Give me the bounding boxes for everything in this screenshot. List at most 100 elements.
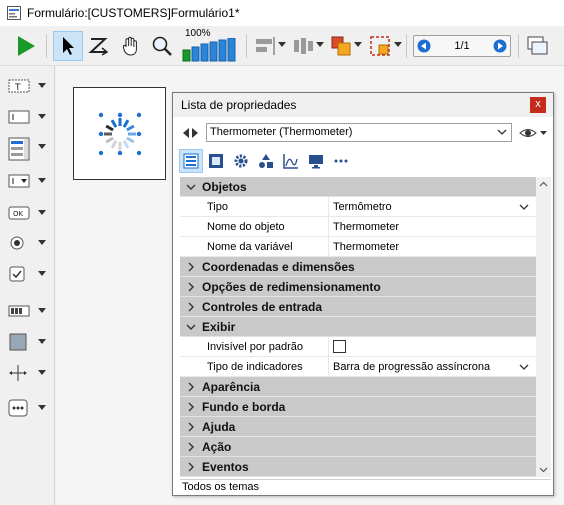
palette-list-tool[interactable]	[8, 136, 48, 162]
close-button[interactable]: x	[530, 97, 546, 113]
property-grid-scrollbar[interactable]	[536, 177, 551, 477]
run-form-button[interactable]	[12, 31, 40, 61]
chevron-right-icon[interactable]	[185, 301, 197, 313]
tab-object[interactable]	[204, 149, 228, 173]
chevron-down-icon[interactable]	[38, 210, 46, 215]
property-name: Tipo	[180, 196, 329, 217]
previous-object-icon[interactable]	[183, 128, 189, 138]
input-field-icon	[8, 110, 30, 124]
palette-input-tool[interactable]	[8, 106, 48, 128]
group-label: Ação	[202, 439, 232, 454]
chevron-down-icon[interactable]	[38, 308, 46, 313]
chevron-right-icon[interactable]	[185, 441, 197, 453]
chevron-right-icon[interactable]	[185, 281, 197, 293]
dropdown-list-icon	[8, 174, 30, 188]
select-tool-button[interactable]	[53, 31, 83, 61]
display-filter-button[interactable]	[519, 125, 549, 141]
entry-order-icon	[88, 38, 109, 56]
toolbar-separator	[518, 34, 519, 58]
palette-dropdown-tool[interactable]	[8, 170, 48, 192]
group-label: Coordenadas e dimensões	[202, 259, 355, 274]
group-fundo-borda[interactable]: Fundo e borda	[180, 397, 536, 417]
align-button[interactable]	[252, 31, 278, 61]
chevron-right-icon[interactable]	[185, 421, 197, 433]
palette-button-tool[interactable]: OK	[8, 202, 48, 224]
gear-icon	[234, 154, 248, 168]
chevron-down-icon[interactable]	[38, 114, 46, 119]
palette-indicator-tool[interactable]	[8, 300, 48, 322]
group-eventos[interactable]: Eventos	[180, 457, 536, 477]
chevron-down-icon[interactable]	[185, 321, 197, 333]
property-list-icon	[183, 153, 199, 169]
zoom-level-control[interactable]	[181, 38, 243, 62]
views-button[interactable]	[524, 31, 552, 61]
object-selector-dropdown[interactable]: Thermometer (Thermometer)	[206, 123, 512, 142]
chevron-right-icon[interactable]	[185, 261, 197, 273]
chevron-down-icon[interactable]	[38, 405, 46, 410]
palette-text-tool[interactable]: T	[8, 75, 48, 97]
property-name: Nome do objeto	[180, 216, 329, 237]
property-name: Tipo de indicadores	[180, 356, 329, 377]
tab-all-properties[interactable]	[179, 149, 203, 173]
group-ajuda[interactable]: Ajuda	[180, 417, 536, 437]
group-button[interactable]	[366, 31, 394, 61]
group-acao[interactable]: Ação	[180, 437, 536, 457]
zoom-tool-button[interactable]	[148, 31, 176, 61]
thermometer-object[interactable]	[73, 87, 166, 180]
chevron-down-icon[interactable]	[38, 178, 46, 183]
tab-more[interactable]	[329, 149, 353, 173]
palette-radio-tool[interactable]	[8, 232, 48, 254]
palette-splitter-tool[interactable]	[8, 362, 48, 384]
chevron-right-icon[interactable]	[185, 381, 197, 393]
move-tool-button[interactable]	[118, 31, 144, 61]
checkbox-icon	[9, 266, 25, 282]
page-navigator[interactable]: 1/1	[413, 35, 511, 57]
chevron-down-icon[interactable]	[38, 271, 46, 276]
group-exibir[interactable]: Exibir	[180, 317, 536, 337]
group-label: Exibir	[202, 319, 236, 334]
property-value-dropdown[interactable]: Barra de progressão assíncrona	[329, 357, 536, 377]
chevron-down-icon[interactable]	[38, 339, 46, 344]
object-selector-row: Thermometer (Thermometer)	[173, 121, 553, 145]
level-button[interactable]	[328, 31, 354, 61]
group-redimensionamento[interactable]: Opções de redimensionamento	[180, 277, 536, 297]
chevron-down-icon[interactable]	[38, 240, 46, 245]
chevron-down-icon[interactable]	[38, 83, 46, 88]
toolbar-separator	[246, 34, 247, 58]
next-object-icon[interactable]	[192, 128, 198, 138]
chevron-down-icon	[519, 364, 529, 370]
property-list-titlebar[interactable]: Lista de propriedades x	[173, 93, 553, 117]
group-aparencia[interactable]: Aparência	[180, 377, 536, 397]
distribute-icon	[294, 38, 313, 54]
chevron-down-icon	[394, 42, 402, 47]
palette-checkbox-tool[interactable]	[8, 263, 48, 285]
group-coordenadas[interactable]: Coordenadas e dimensões	[180, 257, 536, 277]
tab-shapes[interactable]	[254, 149, 278, 173]
property-row: Invisível por padrão	[180, 336, 536, 357]
form-editor-toolbar: 100% 1/1	[0, 26, 564, 66]
tab-settings[interactable]	[229, 149, 253, 173]
tab-display[interactable]	[304, 149, 328, 173]
chevron-right-icon[interactable]	[185, 461, 197, 473]
invisible-by-default-checkbox[interactable]	[333, 339, 346, 353]
chevron-right-icon[interactable]	[185, 401, 197, 413]
entry-order-button[interactable]	[86, 31, 112, 61]
property-value: Thermometer	[333, 240, 400, 253]
property-value-dropdown[interactable]: Termômetro	[329, 197, 536, 217]
theme-status-bar: Todos os temas	[180, 479, 551, 495]
chevron-down-icon[interactable]	[185, 181, 197, 193]
property-value-field[interactable]: Thermometer	[329, 237, 536, 257]
shapes-icon	[259, 154, 273, 168]
tab-graph[interactable]	[279, 149, 303, 173]
selection-handles[interactable]	[74, 88, 167, 181]
chevron-down-icon[interactable]	[38, 144, 46, 149]
chevron-down-icon[interactable]	[38, 370, 46, 375]
palette-plugin-tool[interactable]	[8, 397, 48, 419]
distribute-button[interactable]	[290, 31, 316, 61]
group-objetos[interactable]: Objetos	[180, 177, 536, 197]
property-value-field[interactable]: Thermometer	[329, 217, 536, 237]
group-controles[interactable]: Controles de entrada	[180, 297, 536, 317]
form-app-icon	[7, 6, 21, 20]
palette-rectangle-tool[interactable]	[8, 331, 48, 353]
previous-page-icon	[417, 39, 431, 53]
